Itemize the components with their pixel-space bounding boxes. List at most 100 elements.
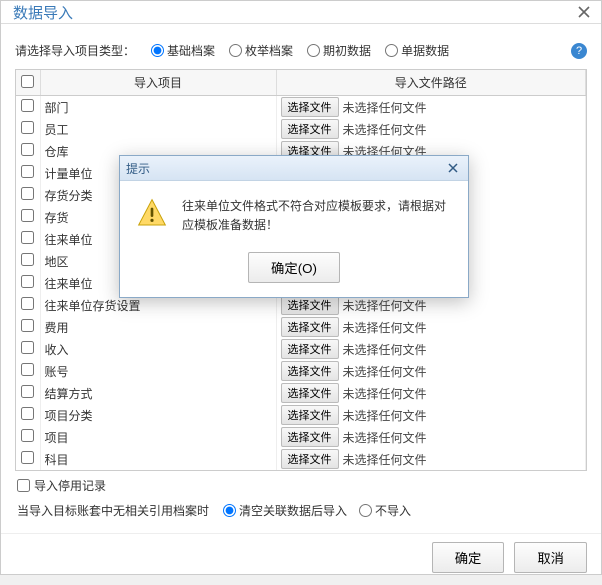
choose-file-button[interactable]: 选择文件 [281, 383, 339, 403]
alert-dialog: 提示 往来单位文件格式不符合对应模板要求，请根据对应模板准备数据！ 确定(O) [119, 155, 469, 298]
row-path-cell: 选择文件未选择任何文件 [277, 118, 586, 140]
row-checkbox[interactable] [21, 231, 34, 244]
row-checkbox[interactable] [21, 385, 34, 398]
row-item-cell: 费用 [40, 316, 276, 338]
row-checkbox[interactable] [21, 165, 34, 178]
row-checkbox[interactable] [21, 99, 34, 112]
table-row: 账号选择文件未选择任何文件 [16, 360, 586, 382]
col-item-header: 导入项目 [40, 70, 276, 96]
file-path-text: 未选择任何文件 [343, 99, 427, 116]
row-path-cell: 选择文件未选择任何文件 [277, 316, 586, 338]
file-path-text: 未选择任何文件 [343, 451, 427, 468]
missing-ref-option-skip[interactable]: 不导入 [359, 502, 411, 519]
import-type-row: 请选择导入项目类型： 基础档案 枚举档案 期初数据 单据数据 ? [15, 36, 587, 69]
row-item-cell: 结算方式 [40, 382, 276, 404]
row-path-cell: 选择文件未选择任何文件 [277, 338, 586, 360]
missing-ref-row: 当导入目标账套中无相关引用档案时 清空关联数据后导入 不导入 [15, 500, 587, 525]
row-item-cell: 项目 [40, 426, 276, 448]
window-close-button[interactable] [573, 1, 595, 23]
file-path-text: 未选择任何文件 [343, 121, 427, 138]
row-item-cell: 员工 [40, 118, 276, 140]
table-row: 项目选择文件未选择任何文件 [16, 426, 586, 448]
col-path-header: 导入文件路径 [276, 70, 586, 96]
data-import-window: 数据导入 请选择导入项目类型： 基础档案 枚举档案 期初数据 单据数据 ? 导入… [0, 0, 602, 575]
row-checkbox[interactable] [21, 275, 34, 288]
alert-body: 往来单位文件格式不符合对应模板要求，请根据对应模板准备数据！ [120, 181, 468, 242]
missing-ref-label: 当导入目标账套中无相关引用档案时 [17, 502, 209, 519]
alert-ok-button[interactable]: 确定(O) [248, 252, 340, 283]
row-item-cell: 账号 [40, 360, 276, 382]
titlebar: 数据导入 [1, 1, 601, 24]
row-item-cell: 部门 [40, 96, 276, 119]
row-checkbox[interactable] [21, 253, 34, 266]
alert-close-button[interactable] [444, 159, 462, 177]
row-checkbox[interactable] [21, 121, 34, 134]
alert-title: 提示 [126, 160, 150, 177]
table-row: 项目分类选择文件未选择任何文件 [16, 404, 586, 426]
row-checkbox[interactable] [21, 407, 34, 420]
import-type-label: 请选择导入项目类型： [15, 42, 135, 59]
file-path-text: 未选择任何文件 [343, 319, 427, 336]
row-checkbox[interactable] [21, 187, 34, 200]
row-checkbox[interactable] [21, 451, 34, 464]
choose-file-button[interactable]: 选择文件 [281, 427, 339, 447]
table-row: 收入选择文件未选择任何文件 [16, 338, 586, 360]
import-discontinued-label[interactable]: 导入停用记录 [34, 477, 106, 494]
row-path-cell: 选择文件未选择任何文件 [277, 404, 586, 426]
import-discontinued-checkbox[interactable] [17, 479, 30, 492]
row-path-cell: 选择文件未选择任何文件 [277, 382, 586, 404]
file-path-text: 未选择任何文件 [343, 407, 427, 424]
row-item-cell: 项目分类 [40, 404, 276, 426]
row-checkbox[interactable] [21, 297, 34, 310]
row-path-cell: 选择文件未选择任何文件 [277, 426, 586, 448]
import-type-option-voucher[interactable]: 单据数据 [385, 42, 449, 59]
choose-file-button[interactable]: 选择文件 [281, 361, 339, 381]
row-checkbox[interactable] [21, 143, 34, 156]
missing-ref-option-clear[interactable]: 清空关联数据后导入 [223, 502, 347, 519]
alert-footer: 确定(O) [120, 242, 468, 297]
row-path-cell: 选择文件未选择任何文件 [277, 96, 586, 118]
file-path-text: 未选择任何文件 [343, 363, 427, 380]
table-row: 结算方式选择文件未选择任何文件 [16, 382, 586, 404]
file-path-text: 未选择任何文件 [343, 429, 427, 446]
file-path-text: 未选择任何文件 [343, 297, 427, 314]
row-checkbox[interactable] [21, 429, 34, 442]
choose-file-button[interactable]: 选择文件 [281, 119, 339, 139]
row-checkbox[interactable] [21, 319, 34, 332]
row-checkbox[interactable] [21, 363, 34, 376]
close-icon [447, 162, 459, 174]
import-type-option-basic[interactable]: 基础档案 [151, 42, 215, 59]
ok-button[interactable]: 确定 [432, 542, 505, 573]
table-row: 科目选择文件未选择任何文件 [16, 448, 586, 470]
help-icon[interactable]: ? [571, 43, 587, 59]
table-row: 员工选择文件未选择任何文件 [16, 118, 586, 140]
choose-file-button[interactable]: 选择文件 [281, 405, 339, 425]
choose-file-button[interactable]: 选择文件 [281, 449, 339, 469]
alert-message: 往来单位文件格式不符合对应模板要求，请根据对应模板准备数据！ [182, 197, 452, 234]
choose-file-button[interactable]: 选择文件 [281, 97, 339, 117]
import-type-option-opening[interactable]: 期初数据 [307, 42, 371, 59]
import-type-option-enum[interactable]: 枚举档案 [229, 42, 293, 59]
close-icon [577, 5, 591, 19]
row-path-cell: 选择文件未选择任何文件 [277, 360, 586, 382]
import-type-radio-group: 基础档案 枚举档案 期初数据 单据数据 [151, 42, 449, 59]
choose-file-button[interactable]: 选择文件 [281, 339, 339, 359]
discontinued-option-row: 导入停用记录 [15, 471, 587, 500]
missing-ref-radio-group: 清空关联数据后导入 不导入 [223, 502, 411, 519]
cancel-button[interactable]: 取消 [514, 542, 587, 573]
window-title: 数据导入 [13, 2, 73, 23]
col-checkbox-header[interactable] [16, 70, 40, 96]
warning-icon [136, 197, 168, 229]
file-path-text: 未选择任何文件 [343, 385, 427, 402]
row-path-cell: 选择文件未选择任何文件 [277, 448, 586, 470]
table-row: 费用选择文件未选择任何文件 [16, 316, 586, 338]
alert-titlebar: 提示 [120, 156, 468, 181]
file-path-text: 未选择任何文件 [343, 341, 427, 358]
choose-file-button[interactable]: 选择文件 [281, 317, 339, 337]
footer-button-row: 确定 取消 [1, 533, 601, 585]
row-checkbox[interactable] [21, 341, 34, 354]
row-item-cell: 收入 [40, 338, 276, 360]
table-row: 部门选择文件未选择任何文件 [16, 96, 586, 119]
row-item-cell: 科目 [40, 448, 276, 470]
row-checkbox[interactable] [21, 209, 34, 222]
